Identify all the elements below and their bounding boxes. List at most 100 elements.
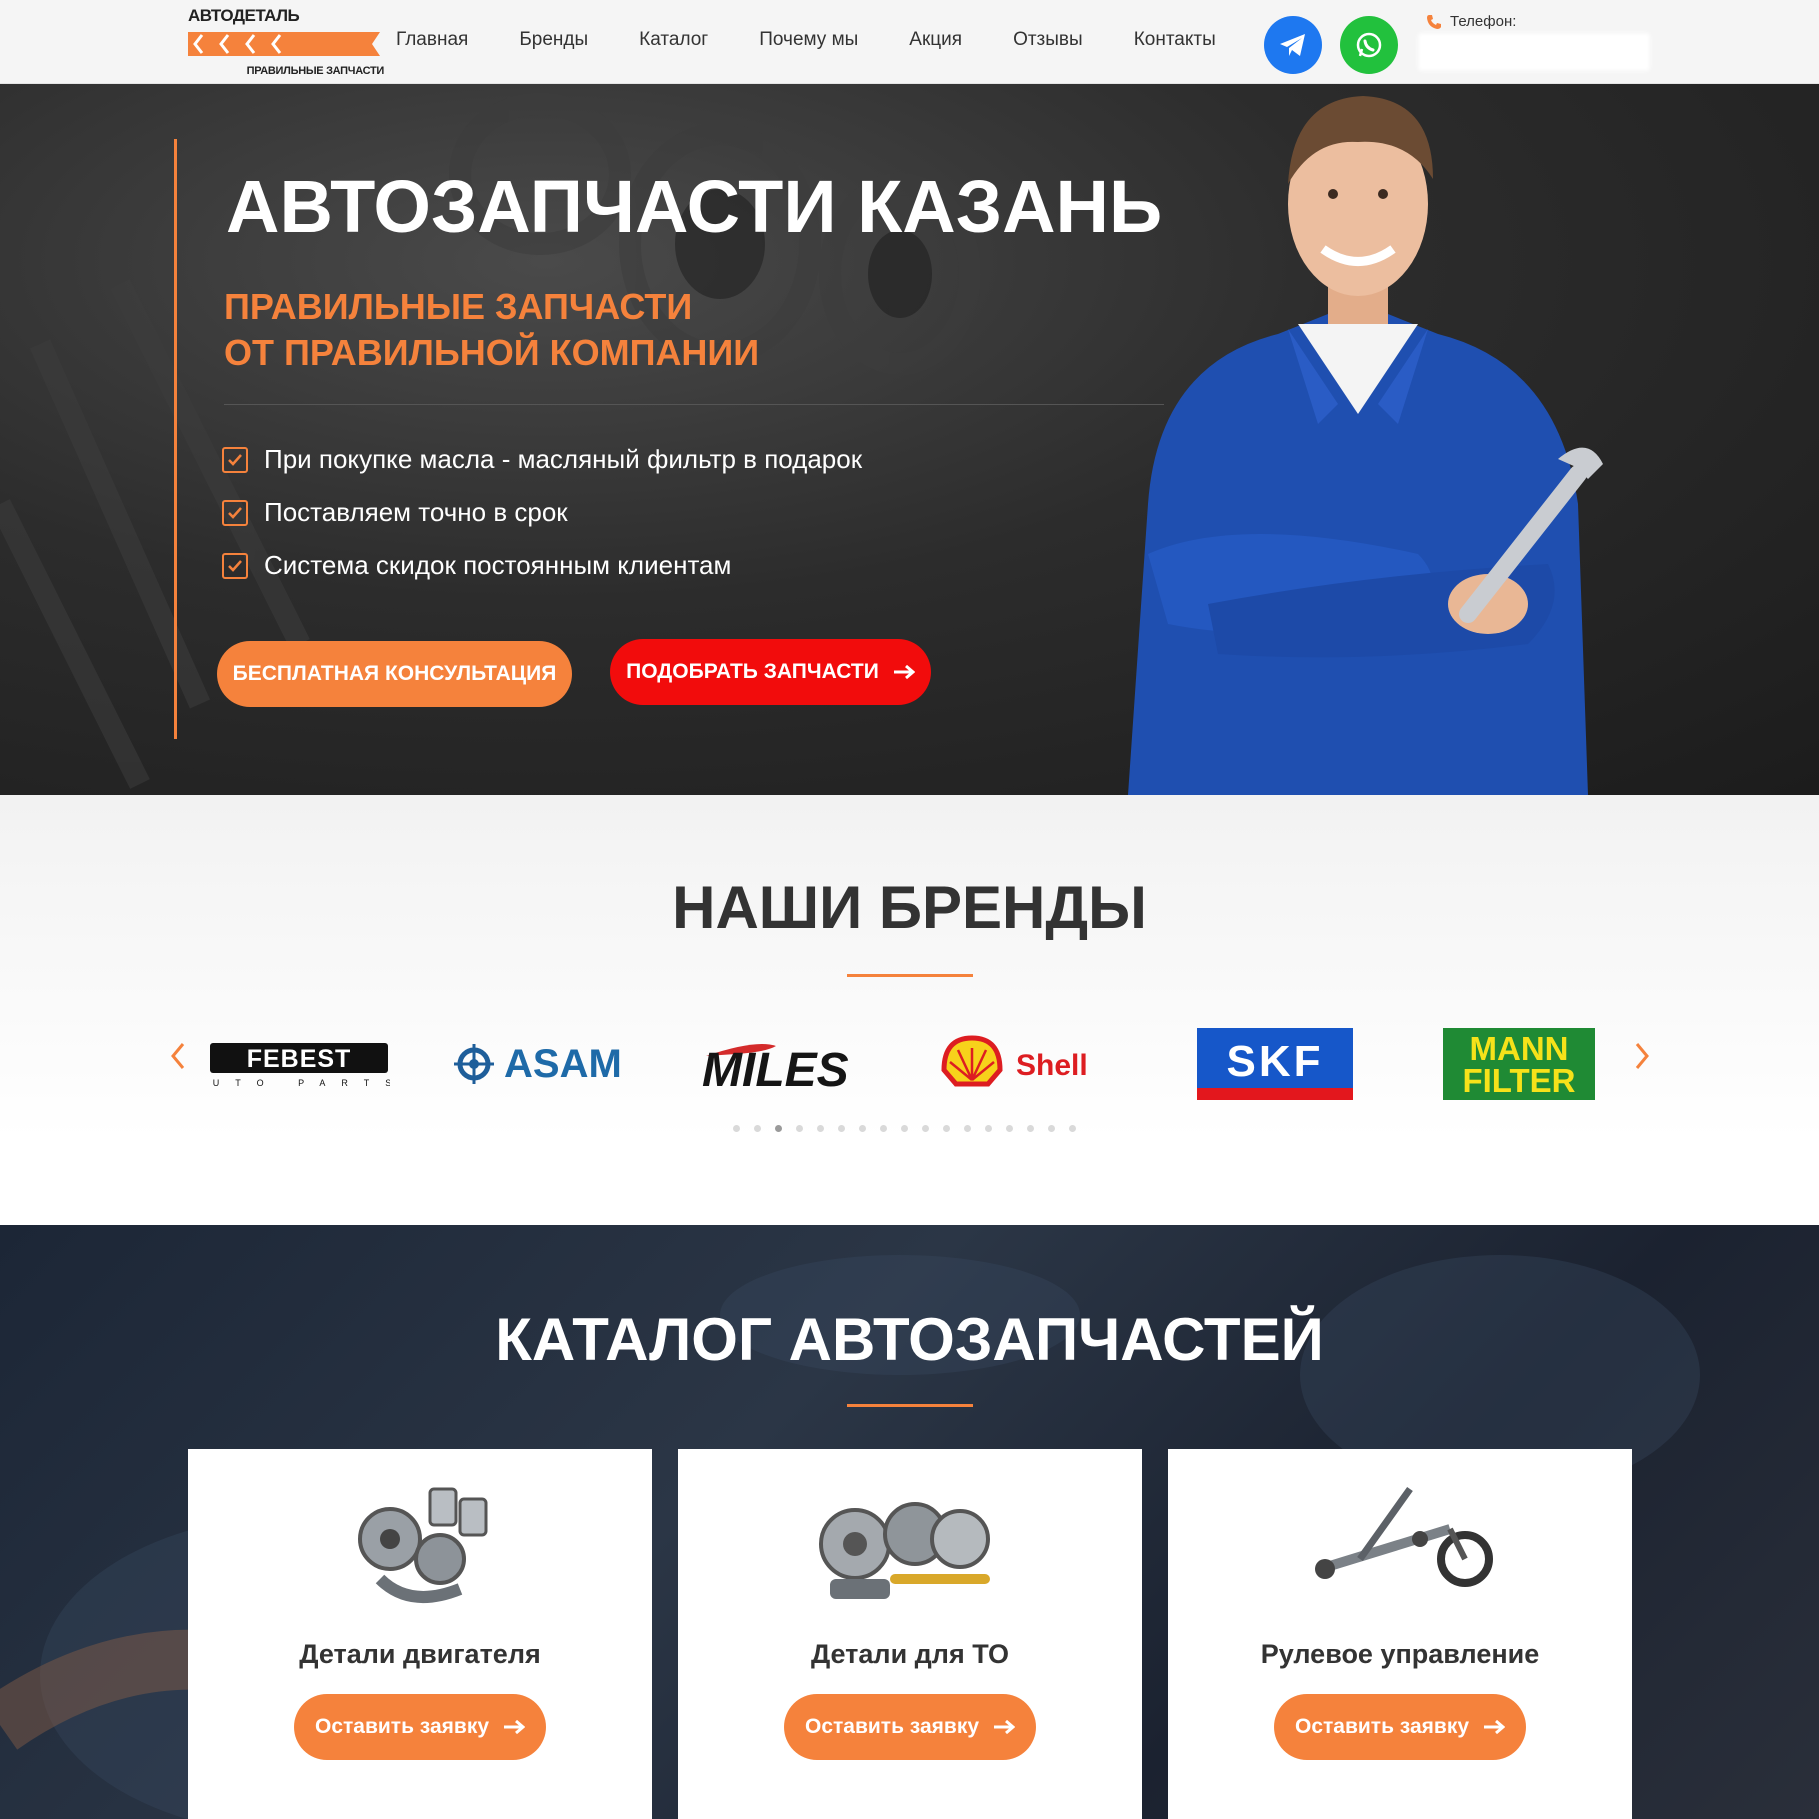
hero-subtitle-line-2: ОТ ПРАВИЛЬНОЙ КОМПАНИИ — [224, 332, 760, 373]
logo-tagline: ПРАВИЛЬНЫЕ ЗАПЧАСТИ — [246, 65, 385, 77]
request-button-label: Оставить заявку — [804, 1715, 980, 1738]
svg-text:Shell: Shell — [1016, 1049, 1088, 1082]
pick-parts-label: ПОДОБРАТЬ ЗАПЧАСТИ — [626, 660, 879, 683]
feature-text: Поставляем точно в срок — [264, 497, 568, 527]
checkbox-icon — [222, 552, 248, 579]
steering-parts-image — [1315, 1486, 1493, 1587]
feature-text: При покупке масла - масляный фильтр в по… — [264, 444, 863, 474]
nav-item-contacts[interactable]: Контакты — [1134, 29, 1216, 51]
brands-section: НАШИ БРЕНДЫ FEBEST AUTO PARTS ASAM MILES… — [0, 795, 1819, 1225]
nav-item-reviews[interactable]: Отзывы — [1013, 29, 1083, 51]
request-button[interactable]: Оставить заявку — [784, 1694, 1036, 1760]
nav-item-home[interactable]: Главная — [396, 29, 468, 51]
carousel-dot[interactable] — [943, 1125, 950, 1132]
nav-item-brands[interactable]: Бренды — [519, 29, 588, 51]
carousel-next-icon[interactable] — [1632, 1041, 1652, 1071]
arrow-right-icon — [893, 665, 915, 679]
hero-subtitle: ПРАВИЛЬНЫЕ ЗАПЧАСТИ ОТ ПРАВИЛЬНОЙ КОМПАН… — [224, 284, 759, 376]
carousel-prev-icon[interactable] — [168, 1041, 188, 1071]
hero-accent-line — [174, 139, 177, 739]
brand-logo-febest[interactable]: FEBEST AUTO PARTS — [208, 1023, 390, 1105]
pick-parts-button[interactable]: ПОДОБРАТЬ ЗАПЧАСТИ — [610, 639, 931, 705]
svg-text:ASAM: ASAM — [504, 1042, 622, 1086]
card-title: Рулевое управление — [1260, 1639, 1540, 1669]
arrow-right-icon — [994, 1720, 1016, 1734]
carousel-dot[interactable] — [859, 1125, 866, 1132]
whatsapp-button[interactable] — [1340, 16, 1398, 74]
carousel-dot[interactable] — [775, 1125, 782, 1132]
carousel-dot[interactable] — [901, 1125, 908, 1132]
card-title: Детали для ТО — [810, 1639, 1010, 1669]
checkbox-icon — [222, 446, 248, 473]
hero-subtitle-line-1: ПРАВИЛЬНЫЕ ЗАПЧАСТИ — [224, 286, 693, 327]
whatsapp-icon — [1356, 32, 1382, 58]
feature-list: При покупке масла - масляный фильтр в по… — [222, 433, 862, 592]
hero-divider — [224, 404, 1164, 405]
nav-item-why-us[interactable]: Почему мы — [759, 29, 858, 51]
catalog-card-maintenance: Детали для ТО Оставить заявку — [678, 1449, 1142, 1819]
brand-logo-miles[interactable]: MILES — [696, 1023, 878, 1105]
nav-item-promo[interactable]: Акция — [909, 29, 962, 51]
brand-logo-skf[interactable]: SKF — [1184, 1023, 1366, 1105]
catalog-section: КАТАЛОГ АВТОЗАПЧАСТЕЙ Детали двигателя О… — [0, 1225, 1819, 1819]
telegram-button[interactable] — [1264, 16, 1322, 74]
carousel-dot[interactable] — [733, 1125, 740, 1132]
mechanic-photo — [1128, 96, 1603, 795]
nav-item-catalog[interactable]: Каталог — [639, 29, 708, 51]
phone-label-text: Телефон: — [1450, 13, 1517, 30]
main-nav: Главная Бренды Каталог Почему мы Акция О… — [396, 29, 1267, 51]
phone-label: Телефон: — [1426, 13, 1516, 30]
telegram-icon — [1280, 34, 1305, 56]
brands-title: НАШИ БРЕНДЫ — [672, 874, 1147, 941]
carousel-dot[interactable] — [754, 1125, 761, 1132]
carousel-dot[interactable] — [880, 1125, 887, 1132]
svg-text:MILES: MILES — [702, 1044, 849, 1094]
catalog-title: КАТАЛОГ АВТОЗАПЧАСТЕЙ — [495, 1306, 1324, 1373]
carousel-dot[interactable] — [1006, 1125, 1013, 1132]
phone-number-redacted[interactable] — [1418, 33, 1650, 71]
feature-item: Система скидок постоянным клиентам — [222, 539, 862, 592]
brand-logo-asam[interactable]: ASAM — [452, 1023, 634, 1105]
feature-item: При покупке масла - масляный фильтр в по… — [222, 433, 862, 486]
carousel-dot[interactable] — [796, 1125, 803, 1132]
hero-section: АВТОЗАПЧАСТИ КАЗАНЬ ПРАВИЛЬНЫЕ ЗАПЧАСТИ … — [0, 84, 1819, 795]
svg-text:FEBEST: FEBEST — [247, 1045, 352, 1073]
svg-text:FILTER: FILTER — [1462, 1062, 1575, 1099]
title-underline — [847, 974, 973, 977]
carousel-pagination — [733, 1125, 1076, 1132]
carousel-dot[interactable] — [964, 1125, 971, 1132]
maintenance-parts-image — [819, 1502, 990, 1599]
carousel-dot[interactable] — [922, 1125, 929, 1132]
feature-text: Система скидок постоянным клиентам — [264, 550, 732, 580]
carousel-dot[interactable] — [838, 1125, 845, 1132]
svg-text:AUTO PARTS: AUTO PARTS — [208, 1078, 390, 1088]
brand-logo-shell[interactable]: Shell — [940, 1023, 1122, 1105]
logo[interactable]: АВТОДЕТАЛЬ ПРАВИЛЬНЫЕ ЗАПЧАСТИ — [186, 4, 386, 80]
request-button-label: Оставить заявку — [1294, 1715, 1470, 1738]
carousel-dot[interactable] — [1048, 1125, 1055, 1132]
request-button-label: Оставить заявку — [314, 1715, 490, 1738]
arrow-right-icon — [1484, 1720, 1506, 1734]
checkbox-icon — [222, 499, 248, 526]
catalog-card-steering: Рулевое управление Оставить заявку — [1168, 1449, 1632, 1819]
phone-icon — [1427, 14, 1441, 29]
svg-text:SKF: SKF — [1227, 1037, 1324, 1086]
carousel-dot[interactable] — [1027, 1125, 1034, 1132]
request-button[interactable]: Оставить заявку — [1274, 1694, 1526, 1760]
logo-name: АВТОДЕТАЛЬ — [188, 6, 300, 25]
carousel-dot[interactable] — [1069, 1125, 1076, 1132]
logo-chevrons-icon — [188, 32, 380, 56]
title-underline — [847, 1404, 973, 1407]
engine-parts-image — [358, 1487, 488, 1603]
brand-logo-mann-filter[interactable]: MANN FILTER — [1428, 1023, 1610, 1105]
free-consultation-label: БЕСПЛАТНАЯ КОНСУЛЬТАЦИЯ — [232, 662, 557, 685]
feature-item: Поставляем точно в срок — [222, 486, 862, 539]
request-button[interactable]: Оставить заявку — [294, 1694, 546, 1760]
free-consultation-button[interactable]: БЕСПЛАТНАЯ КОНСУЛЬТАЦИЯ — [217, 641, 572, 707]
card-title: Детали двигателя — [299, 1639, 541, 1669]
carousel-dot[interactable] — [817, 1125, 824, 1132]
site-header: АВТОДЕТАЛЬ ПРАВИЛЬНЫЕ ЗАПЧАСТИ Главная Б… — [0, 0, 1819, 84]
catalog-card-engine: Детали двигателя Оставить заявку — [188, 1449, 652, 1819]
carousel-dot[interactable] — [985, 1125, 992, 1132]
hero-title: АВТОЗАПЧАСТИ КАЗАНЬ — [226, 165, 1163, 248]
